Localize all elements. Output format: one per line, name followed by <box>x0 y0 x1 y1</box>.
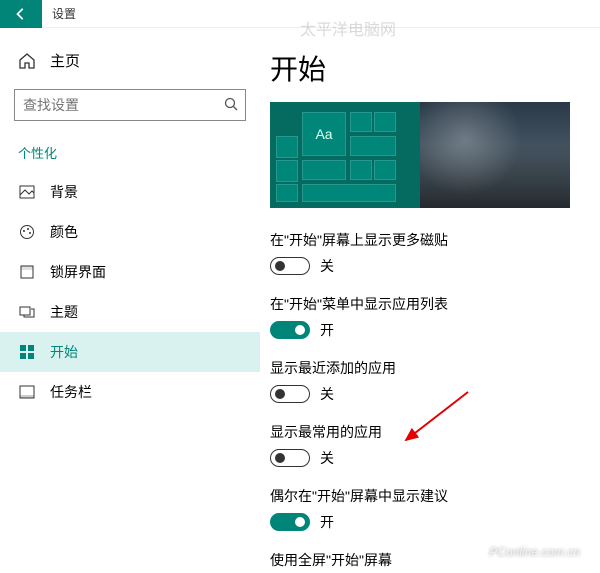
setting-label: 使用全屏"开始"屏幕 <box>270 550 576 570</box>
page-title: 开始 <box>270 48 576 88</box>
setting-label: 在"开始"屏幕上显示更多磁贴 <box>270 230 576 250</box>
sidebar-item-start[interactable]: 开始 <box>0 332 260 372</box>
setting-label: 偶尔在"开始"屏幕中显示建议 <box>270 486 576 506</box>
sidebar-item-themes[interactable]: 主题 <box>0 292 260 332</box>
setting-label: 显示最常用的应用 <box>270 422 576 442</box>
setting-label: 显示最近添加的应用 <box>270 358 576 378</box>
lockscreen-icon <box>18 263 36 281</box>
palette-icon <box>18 223 36 241</box>
picture-icon <box>18 183 36 201</box>
toggle-switch[interactable] <box>270 321 310 339</box>
start-preview-tiles: Aa <box>270 102 420 208</box>
taskbar-icon <box>18 383 36 401</box>
toggle-state: 关 <box>320 448 334 468</box>
search-input-wrap[interactable] <box>14 89 246 121</box>
home-icon <box>18 52 36 70</box>
toggle-state: 关 <box>320 256 334 276</box>
themes-icon <box>18 303 36 321</box>
sidebar-item-label: 开始 <box>50 342 78 362</box>
sidebar-item-label: 主题 <box>50 302 78 322</box>
sidebar: 主页 个性化 背景 颜色 锁屏界面 <box>0 28 260 573</box>
toggle-switch[interactable] <box>270 385 310 403</box>
sidebar-item-colors[interactable]: 颜色 <box>0 212 260 252</box>
back-arrow-icon <box>14 7 28 21</box>
setting-label: 在"开始"菜单中显示应用列表 <box>270 294 576 314</box>
window-title: 设置 <box>42 5 76 22</box>
sidebar-item-label: 锁屏界面 <box>50 262 106 282</box>
start-icon <box>18 343 36 361</box>
toggle-state: 开 <box>320 512 334 532</box>
content-area: 开始 Aa 在"开始"屏幕上显示更多磁贴关在"开始"菜单中显示应用列表开显示最近… <box>260 28 600 573</box>
back-button[interactable] <box>0 0 42 28</box>
sidebar-item-lockscreen[interactable]: 锁屏界面 <box>0 252 260 292</box>
toggle-switch[interactable] <box>270 257 310 275</box>
sidebar-item-label: 颜色 <box>50 222 78 242</box>
sidebar-item-background[interactable]: 背景 <box>0 172 260 212</box>
toggle-switch[interactable] <box>270 513 310 531</box>
toggle-state: 关 <box>320 384 334 404</box>
sidebar-section-label: 个性化 <box>0 137 260 172</box>
search-input[interactable] <box>23 97 223 113</box>
toggle-state: 开 <box>320 320 334 340</box>
sidebar-item-label: 背景 <box>50 182 78 202</box>
sidebar-item-taskbar[interactable]: 任务栏 <box>0 372 260 412</box>
start-preview: Aa <box>270 102 570 208</box>
preview-tile-aa: Aa <box>302 112 346 156</box>
sidebar-home[interactable]: 主页 <box>0 42 260 79</box>
sidebar-home-label: 主页 <box>50 50 80 71</box>
start-preview-desktop <box>420 102 570 208</box>
toggle-switch[interactable] <box>270 449 310 467</box>
sidebar-item-label: 任务栏 <box>50 382 92 402</box>
search-icon <box>223 96 239 115</box>
